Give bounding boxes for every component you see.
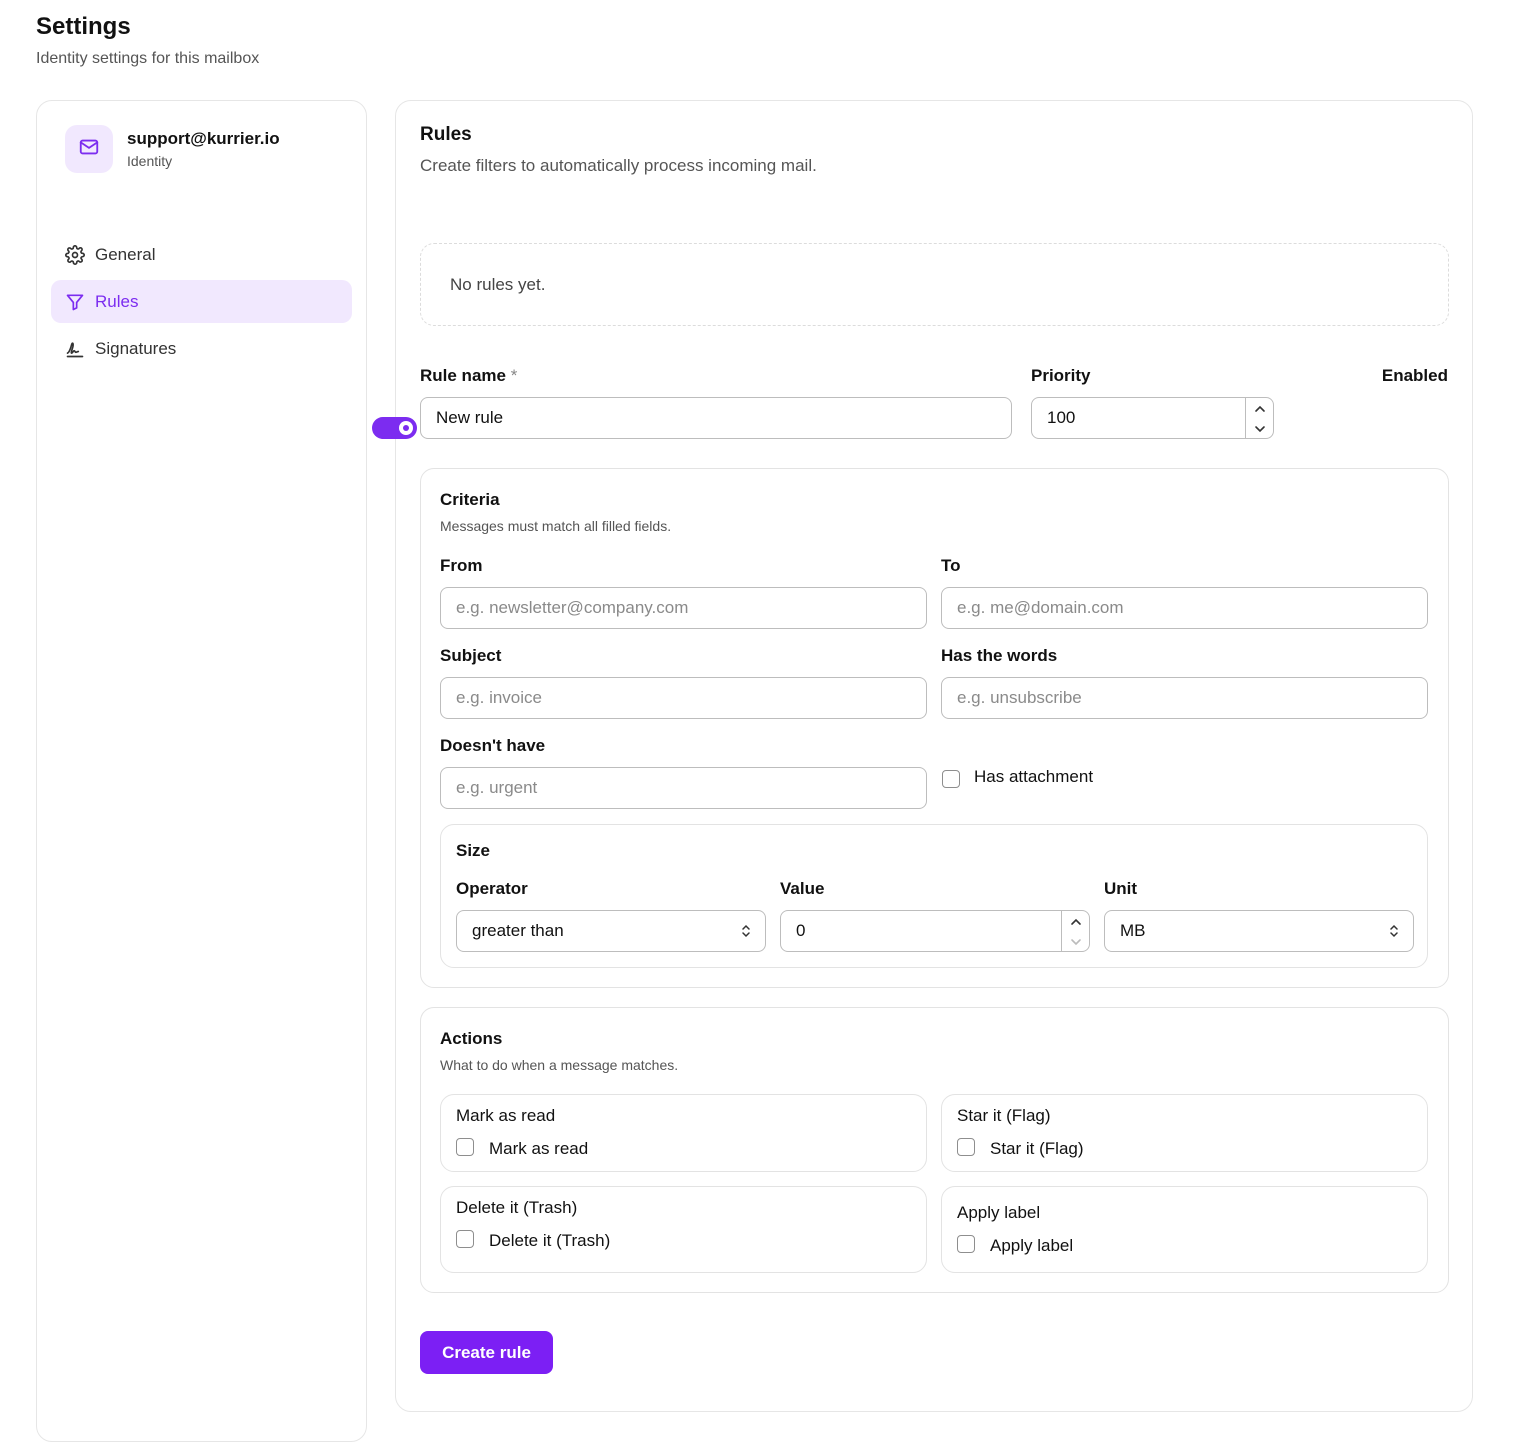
- identity-label: Identity: [127, 153, 173, 169]
- page-subtitle: Identity settings for this mailbox: [36, 50, 260, 67]
- create-rule-button[interactable]: Create rule: [420, 1331, 553, 1374]
- checkbox-label: Apply label: [990, 1236, 1074, 1255]
- rule-name-label-text: Rule name: [420, 366, 506, 385]
- subject-label: Subject: [440, 646, 502, 665]
- delete-trash-checkbox[interactable]: [456, 1230, 474, 1248]
- sidebar: support@kurrier.io Identity General Rule…: [36, 100, 367, 1442]
- action-title: Apply label: [957, 1203, 1041, 1222]
- to-input[interactable]: [941, 587, 1428, 629]
- chevron-up-icon[interactable]: [1070, 911, 1082, 931]
- checkbox-label: Star it (Flag): [990, 1139, 1084, 1158]
- subject-input[interactable]: [440, 677, 927, 719]
- actions-card: Actions What to do when a message matche…: [420, 1007, 1449, 1293]
- sidebar-item-label: General: [95, 244, 156, 264]
- mail-icon: [78, 136, 100, 163]
- action-apply-label: Apply label Apply label: [941, 1186, 1428, 1273]
- empty-state-text: No rules yet.: [450, 274, 546, 294]
- select-caret-icon: [741, 923, 751, 944]
- operator-select[interactable]: greater than: [456, 910, 766, 952]
- sidebar-nav: General Rules Signatures: [51, 233, 352, 374]
- toggle-knob: [399, 421, 413, 435]
- filter-icon: [65, 292, 85, 312]
- select-caret-icon: [1389, 923, 1399, 944]
- priority-stepper: [1245, 398, 1273, 438]
- page-title: Settings: [36, 13, 131, 40]
- identity-avatar: [65, 125, 113, 173]
- priority-label: Priority: [1031, 366, 1091, 385]
- chevron-down-icon[interactable]: [1070, 931, 1082, 951]
- unit-label: Unit: [1104, 879, 1138, 898]
- required-marker: *: [510, 366, 518, 385]
- sidebar-item-rules[interactable]: Rules: [51, 280, 352, 323]
- size-title: Size: [456, 841, 491, 860]
- from-input[interactable]: [440, 587, 927, 629]
- sidebar-item-label: Signatures: [95, 338, 177, 358]
- actions-title: Actions: [440, 1029, 503, 1048]
- to-label: To: [941, 556, 961, 575]
- sidebar-item-label: Rules: [95, 291, 139, 311]
- action-title: Star it (Flag): [957, 1106, 1051, 1125]
- identity-header: support@kurrier.io Identity: [65, 125, 280, 173]
- apply-label-checkbox[interactable]: [957, 1235, 975, 1253]
- signature-icon: [65, 339, 85, 359]
- rule-name-label: Rule name *: [420, 366, 517, 386]
- action-star-flag: Star it (Flag) Star it (Flag): [941, 1094, 1428, 1172]
- rules-panel: Rules Create filters to automatically pr…: [372, 100, 1473, 1412]
- rules-empty-state: No rules yet.: [420, 243, 1449, 326]
- identity-email: support@kurrier.io: [127, 129, 280, 148]
- operator-label: Operator: [456, 879, 528, 898]
- rules-description: Create filters to automatically process …: [420, 156, 817, 175]
- enabled-toggle[interactable]: [372, 417, 417, 439]
- page-header: Settings Identity settings for this mail…: [36, 12, 259, 68]
- checkbox-label: Mark as read: [489, 1139, 589, 1158]
- doesnt-have-input[interactable]: [440, 767, 927, 809]
- action-title: Mark as read: [456, 1106, 556, 1125]
- criteria-card: Criteria Messages must match all filled …: [420, 468, 1449, 988]
- doesnt-have-label: Doesn't have: [440, 736, 546, 755]
- mark-as-read-checkbox[interactable]: [456, 1138, 474, 1156]
- operator-value: greater than: [472, 921, 564, 940]
- criteria-title: Criteria: [440, 490, 500, 509]
- priority-value: 100: [1047, 408, 1076, 427]
- sidebar-item-general[interactable]: General: [51, 233, 352, 276]
- has-attachment-label: Has attachment: [974, 767, 1094, 786]
- actions-description: What to do when a message matches.: [440, 1057, 679, 1073]
- action-title: Delete it (Trash): [456, 1198, 578, 1217]
- rules-title: Rules: [420, 124, 472, 145]
- rule-name-input[interactable]: [420, 397, 1012, 439]
- criteria-description: Messages must match all filled fields.: [440, 518, 672, 534]
- chevron-down-icon[interactable]: [1254, 418, 1266, 438]
- size-value-stepper: [1061, 911, 1089, 951]
- enabled-label: Enabled: [1381, 366, 1448, 385]
- size-value-input[interactable]: 0: [780, 910, 1090, 952]
- has-words-label: Has the words: [941, 646, 1058, 665]
- has-attachment-checkbox[interactable]: [942, 770, 960, 788]
- unit-value: MB: [1120, 921, 1146, 940]
- action-delete-trash: Delete it (Trash) Delete it (Trash): [440, 1186, 927, 1273]
- chevron-up-icon[interactable]: [1254, 398, 1266, 418]
- sidebar-item-signatures[interactable]: Signatures: [51, 327, 352, 370]
- from-label: From: [440, 556, 483, 575]
- gear-icon: [65, 244, 85, 265]
- has-words-input[interactable]: [941, 677, 1428, 719]
- value-label: Value: [780, 879, 825, 898]
- action-mark-as-read: Mark as read Mark as read: [440, 1094, 927, 1172]
- star-flag-checkbox[interactable]: [957, 1138, 975, 1156]
- size-card: Size Operator greater than Value 0 Unit …: [440, 824, 1428, 968]
- checkbox-label: Delete it (Trash): [489, 1231, 611, 1250]
- unit-select[interactable]: MB: [1104, 910, 1414, 952]
- size-value: 0: [796, 921, 806, 940]
- priority-input[interactable]: 100: [1031, 397, 1274, 439]
